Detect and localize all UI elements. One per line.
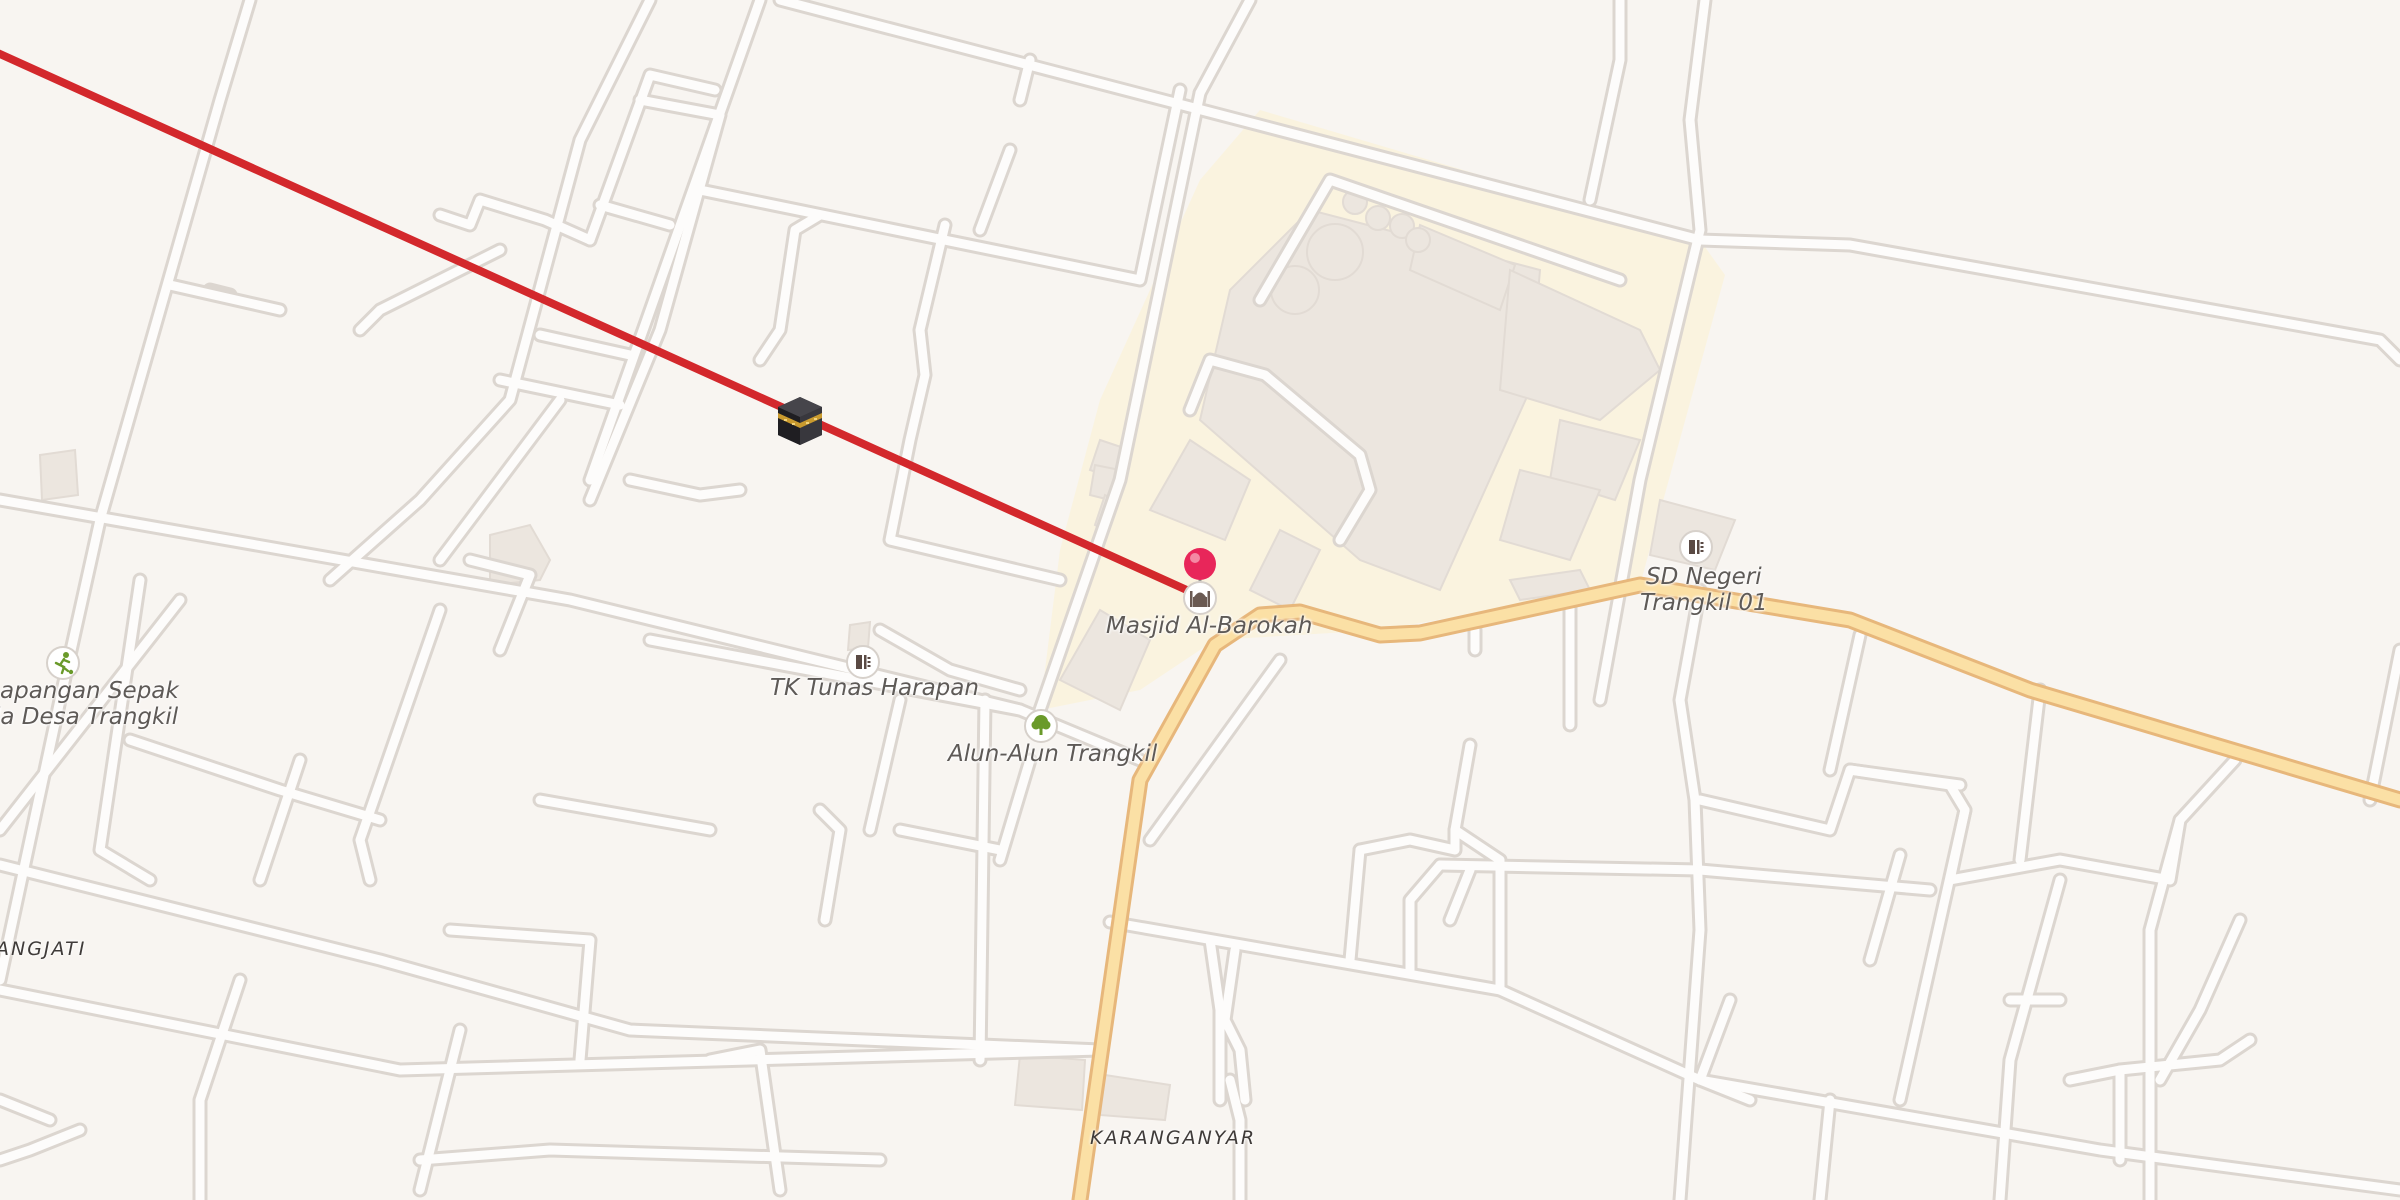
main-road — [1071, 576, 2400, 1200]
poi-label-lapangan-line1: apangan Sepak — [0, 678, 179, 704]
poi-label-masjid[interactable]: Masjid Al-Barokah — [1106, 613, 1312, 639]
poi-label-sd-line2: Trangkil 01 — [1640, 590, 1768, 617]
poi-label-sd-line1: SD Negeri — [1646, 564, 1762, 590]
place-label-karanganyar: KARANGANYAR — [1090, 1127, 1257, 1149]
school-icon[interactable] — [1679, 530, 1713, 564]
qibla-direction-line — [0, 49, 1204, 600]
kaaba-icon[interactable] — [772, 393, 828, 449]
poi-label-alun-alun[interactable]: Alun-Alun Trangkil — [948, 741, 1157, 767]
mosque-icon[interactable] — [1183, 581, 1217, 615]
poi-label-sd-negeri[interactable]: SD Negeri Trangkil 01 — [1640, 564, 1768, 617]
park-icon[interactable] — [1024, 709, 1058, 743]
map-canvas[interactable]: Masjid Al-Barokah SD Negeri Trangkil 01 … — [0, 0, 2400, 1200]
soccer-icon[interactable] — [46, 646, 80, 680]
school-icon[interactable] — [846, 645, 880, 679]
poi-label-lapangan[interactable]: apangan Sepak la Desa Trangkil — [0, 678, 179, 731]
poi-label-tk[interactable]: TK Tunas Harapan — [770, 675, 979, 701]
poi-label-lapangan-line2: la Desa Trangkil — [0, 704, 179, 731]
place-label-angjati: ANGJATI — [0, 938, 87, 960]
